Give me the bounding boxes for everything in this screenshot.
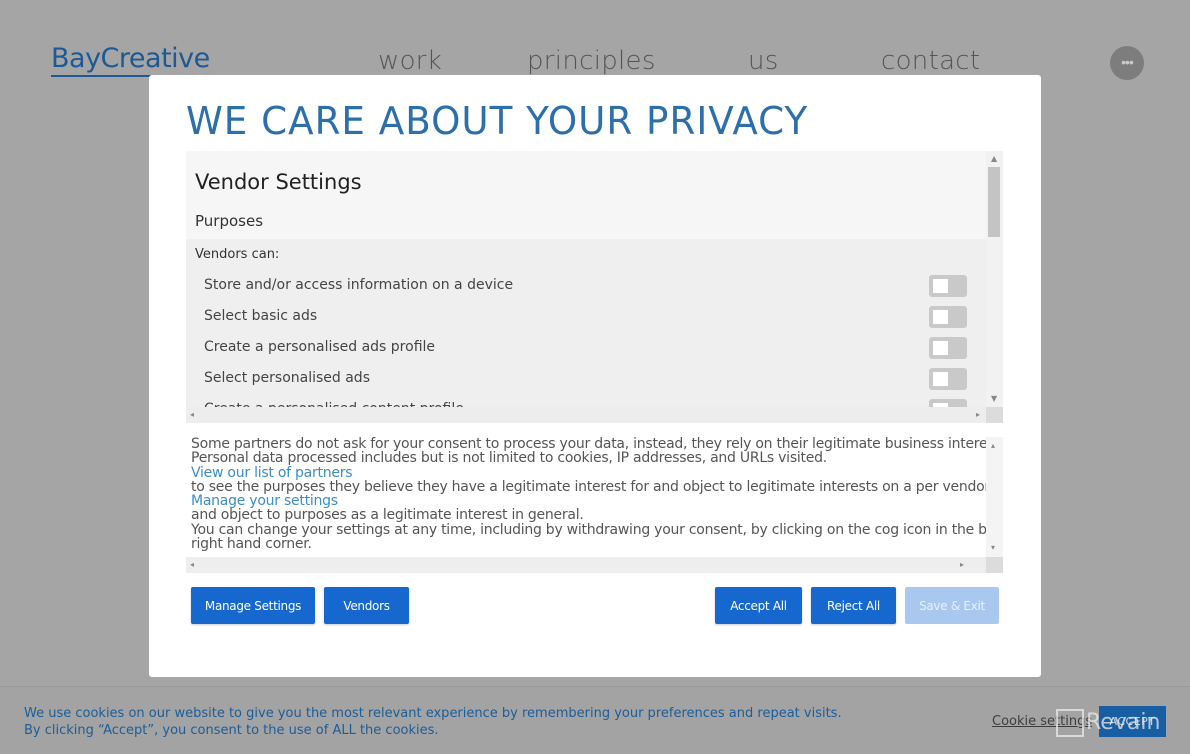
toggle-knob [933, 310, 948, 324]
info-horizontal-scrollbar[interactable]: ◂ ▸ [186, 557, 986, 573]
purpose-label: Select basic ads [204, 308, 318, 324]
toggle-knob [933, 372, 948, 386]
scroll-up-arrow-icon[interactable]: ▲ [991, 154, 997, 164]
purpose-row: Create a personalised ads profile [204, 337, 974, 368]
scroll-right-arrow-icon[interactable]: ▸ [960, 560, 964, 570]
purpose-label: Store and/or access information on a dev… [204, 277, 514, 293]
nav-principles[interactable]: principles [527, 46, 656, 76]
scroll-down-arrow-icon[interactable]: ▾ [991, 543, 995, 553]
purpose-row: Select basic ads [204, 306, 974, 337]
info-line: right hand corner. [191, 536, 312, 553]
cookie-settings-link[interactable]: Cookie settings [992, 714, 1092, 729]
purpose-toggle[interactable] [929, 337, 967, 359]
toggle-knob [933, 341, 948, 355]
nav-work[interactable]: work [378, 46, 442, 76]
purpose-row: Select personalised ads [204, 368, 974, 399]
privacy-modal: WE CARE ABOUT YOUR PRIVACY Vendor Settin… [149, 75, 1041, 677]
info-text: Some partners do not ask for your consen… [191, 437, 1003, 553]
purpose-toggle[interactable] [929, 306, 967, 328]
vendor-settings-panel[interactable]: Vendor Settings Purposes Vendors can: St… [186, 151, 1003, 423]
modal-title: WE CARE ABOUT YOUR PRIVACY [186, 99, 809, 143]
more-dots-icon: ••• [1121, 54, 1134, 70]
purpose-row: Create a personalised content profile [204, 399, 974, 407]
vendor-panel-vertical-scrollbar[interactable]: ▲ ▼ [986, 151, 1003, 407]
scrollbar-corner [986, 407, 1003, 423]
legitimate-interest-info[interactable]: Some partners do not ask for your consen… [186, 437, 1003, 573]
info-line: Personal data processed includes but is … [191, 450, 827, 467]
save-exit-button[interactable]: Save & Exit [905, 587, 999, 624]
purpose-row: Store and/or access information on a dev… [204, 275, 974, 306]
purposes-list: Vendors can: Store and/or access informa… [186, 239, 986, 407]
info-line: to see the purposes they believe they ha… [191, 478, 1003, 495]
scroll-left-arrow-icon[interactable]: ◂ [190, 560, 194, 570]
vendor-settings-content: Vendor Settings Purposes Vendors can: St… [186, 151, 986, 407]
info-line: and object to purposes as a legitimate i… [191, 507, 584, 524]
purpose-toggle[interactable] [929, 368, 967, 390]
info-line: Some partners do not ask for your consen… [191, 437, 1003, 452]
scroll-left-arrow-icon[interactable]: ◂ [190, 410, 194, 420]
purpose-label: Create a personalised ads profile [204, 339, 436, 355]
cookie-accept-button[interactable]: ACCEPT [1099, 706, 1166, 737]
nav-contact[interactable]: contact [881, 46, 980, 76]
purposes-heading: Purposes [195, 212, 264, 230]
vendor-panel-horizontal-scrollbar[interactable]: ◂ ▸ [186, 407, 986, 423]
cookie-banner: We use cookies on our website to give yo… [0, 686, 1190, 754]
reject-all-button[interactable]: Reject All [811, 587, 896, 624]
purpose-toggle[interactable] [929, 275, 967, 297]
purpose-toggle[interactable] [929, 399, 967, 407]
scrollbar-corner [986, 557, 1003, 573]
site-logo[interactable]: BayCreative [51, 44, 210, 77]
toggle-knob [933, 279, 948, 293]
vendors-can-label: Vendors can: [195, 247, 280, 262]
scroll-down-arrow-icon[interactable]: ▼ [991, 394, 997, 404]
scrollbar-thumb[interactable] [988, 167, 1000, 237]
manage-settings-link[interactable]: Manage your settings [191, 494, 981, 509]
scroll-right-arrow-icon[interactable]: ▸ [976, 410, 980, 420]
more-menu-button[interactable]: ••• [1110, 46, 1144, 80]
cookie-banner-text: We use cookies on our website to give yo… [24, 706, 842, 738]
vendors-button[interactable]: Vendors [324, 587, 409, 624]
info-vertical-scrollbar[interactable]: ▴ ▾ [986, 437, 1003, 557]
scroll-up-arrow-icon[interactable]: ▴ [991, 441, 995, 451]
info-line: You can change your settings at any time… [191, 521, 1003, 538]
vendor-settings-heading: Vendor Settings [195, 170, 362, 194]
manage-settings-button[interactable]: Manage Settings [191, 587, 315, 624]
view-partners-link[interactable]: View our list of partners [191, 465, 981, 480]
accept-all-button[interactable]: Accept All [715, 587, 802, 624]
nav-us[interactable]: us [748, 46, 779, 76]
purpose-label: Select personalised ads [204, 370, 370, 386]
